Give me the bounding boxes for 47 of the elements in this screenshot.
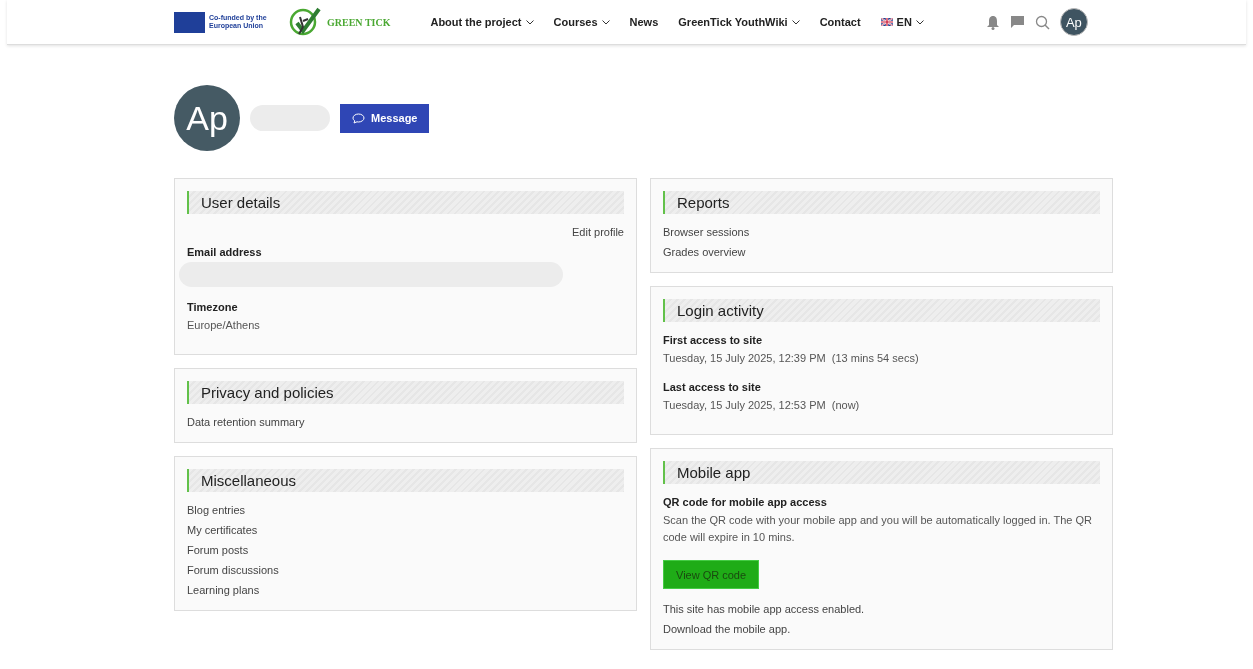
field-value: Tuesday, 15 July 2025, 12:53 PM (now): [663, 398, 861, 413]
search-icon[interactable]: [1034, 14, 1050, 30]
field-label: QR code for mobile app access: [663, 496, 828, 508]
card-heading: Miscellaneous: [187, 469, 624, 492]
nav-item[interactable]: GreenTick YouthWiki: [678, 16, 800, 28]
card-heading: Mobile app: [663, 461, 1100, 484]
card-heading: User details: [187, 191, 624, 214]
nav-item[interactable]: Contact: [819, 16, 861, 28]
uk-flag-icon: [880, 18, 893, 26]
field-label: Last access to site: [663, 381, 762, 393]
nav-item[interactable]: Courses: [553, 16, 610, 28]
speech-bubble-icon: [352, 112, 365, 124]
chevron-down-icon: [601, 19, 610, 25]
card-link[interactable]: Data retention summary: [187, 416, 624, 428]
user-avatar[interactable]: Ap: [1059, 8, 1088, 36]
chat-icon[interactable]: [1009, 15, 1025, 29]
card-link[interactable]: Grades overview: [663, 246, 1100, 258]
edit-profile-link[interactable]: Edit profile: [572, 226, 624, 238]
nav-item[interactable]: News: [629, 16, 659, 28]
logo-icon: [289, 7, 321, 37]
field-label: Timezone: [187, 301, 239, 313]
field-label: Email address: [187, 246, 263, 258]
eu-flag-icon: [174, 11, 205, 33]
chevron-down-icon: [791, 19, 800, 25]
card-link[interactable]: Forum discussions: [187, 564, 624, 576]
card-heading: Privacy and policies: [187, 381, 624, 404]
field-value: Europe/Athens: [187, 318, 261, 333]
message-button[interactable]: Message: [340, 103, 430, 133]
chevron-down-icon: [915, 19, 924, 25]
card-link[interactable]: Blog entries: [187, 504, 624, 516]
language-menu[interactable]: EN: [880, 16, 924, 28]
card-link[interactable]: Download the mobile app.: [663, 623, 1100, 635]
card-link[interactable]: Forum posts: [187, 544, 624, 556]
field-value: Tuesday, 15 July 2025, 12:39 PM (13 mins 54 secs): [663, 351, 920, 366]
field-label: First access to site: [663, 334, 764, 346]
info-text: This site has mobile app access enabled.: [663, 603, 866, 615]
chevron-down-icon: [525, 19, 534, 25]
card-link[interactable]: Learning plans: [187, 584, 624, 596]
field-value: Scan the QR code with your mobile app and you will be automatically logged in. The QR code will expire in 10 mins.: [663, 513, 1094, 545]
card-heading: Reports: [663, 191, 1100, 214]
nav-item[interactable]: About the project: [430, 16, 534, 28]
card-link[interactable]: My certificates: [187, 524, 624, 536]
view-qr-button[interactable]: View QR code: [663, 560, 760, 589]
notification-bell-icon[interactable]: [985, 14, 1000, 30]
card-heading: Login activity: [663, 299, 1100, 322]
profile-avatar: Ap: [174, 85, 240, 151]
card-link[interactable]: Browser sessions: [663, 226, 1100, 238]
